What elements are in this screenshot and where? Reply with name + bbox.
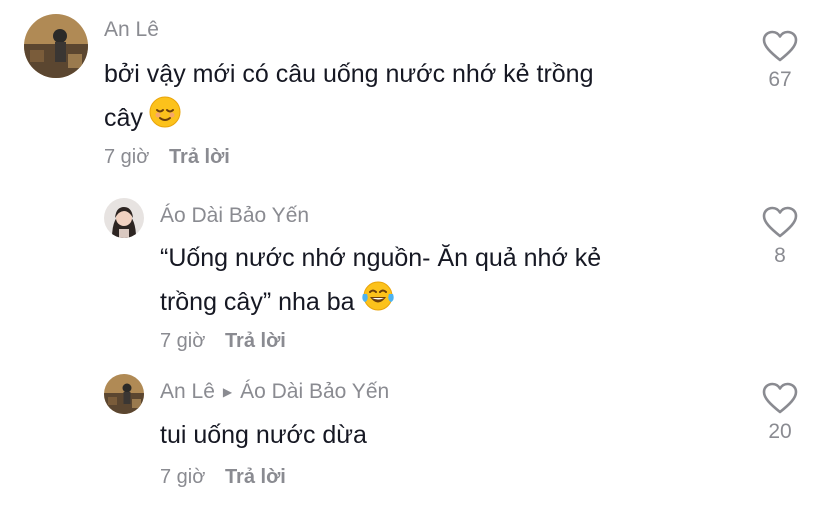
avatar-image [104, 198, 144, 238]
comment-meta: 7 giờ Trả lời [160, 330, 286, 353]
tears-of-joy-emoji [361, 280, 395, 326]
comment-text: bởi vậy mới có câu uống nước nhớ kẻ trồn… [104, 52, 594, 142]
like-count: 8 [774, 244, 786, 267]
comment-meta: 7 giờ Trả lời [104, 146, 230, 169]
like-count: 67 [768, 68, 792, 91]
comment-time: 7 giờ [160, 466, 206, 488]
like-button[interactable]: 67 [750, 30, 810, 92]
comment-author[interactable]: An Lê ▶ Áo Dài Bảo Yến [160, 380, 389, 404]
comment-author[interactable]: Áo Dài Bảo Yến [160, 204, 309, 228]
comment-text: “Uống nước nhớ nguồn- Ăn quả nhớ kẻ trồn… [160, 236, 601, 326]
author-name[interactable]: Áo Dài Bảo Yến [160, 204, 309, 228]
avatar-image [104, 374, 144, 414]
heart-icon[interactable] [762, 382, 798, 414]
reply-arrow-icon: ▶ [222, 385, 233, 399]
comment-text: tui uống nước dừa [160, 413, 367, 457]
like-count: 20 [768, 420, 792, 443]
heart-icon[interactable] [762, 30, 798, 62]
avatar[interactable] [104, 374, 144, 414]
like-button[interactable]: 20 [750, 382, 810, 444]
comment-text-line: tui uống nước dừa [160, 421, 367, 449]
reply-button[interactable]: Trả lời [225, 466, 286, 488]
relieved-face-emoji [149, 96, 181, 142]
reply-button[interactable]: Trả lời [169, 146, 230, 168]
comment-time: 7 giờ [160, 330, 206, 352]
comment-author[interactable]: An Lê [104, 18, 159, 42]
avatar-image [24, 14, 88, 78]
avatar[interactable] [104, 198, 144, 238]
comment-text-line: “Uống nước nhớ nguồn- Ăn quả nhớ kẻ [160, 244, 602, 272]
author-name[interactable]: An Lê [160, 380, 215, 404]
comment-time: 7 giờ [104, 146, 150, 168]
comment-meta: 7 giờ Trả lời [160, 466, 286, 489]
reply-to-name[interactable]: Áo Dài Bảo Yến [240, 380, 389, 404]
like-button[interactable]: 8 [750, 206, 810, 268]
comment-text-line: cây [104, 96, 594, 142]
comment-text-line: bởi vậy mới có câu uống nước nhớ kẻ trồn… [104, 60, 594, 88]
reply-button[interactable]: Trả lời [225, 330, 286, 352]
author-name[interactable]: An Lê [104, 18, 159, 42]
heart-icon[interactable] [762, 206, 798, 238]
avatar[interactable] [24, 14, 88, 78]
comment-text-line: trồng cây” nha ba [160, 280, 601, 326]
